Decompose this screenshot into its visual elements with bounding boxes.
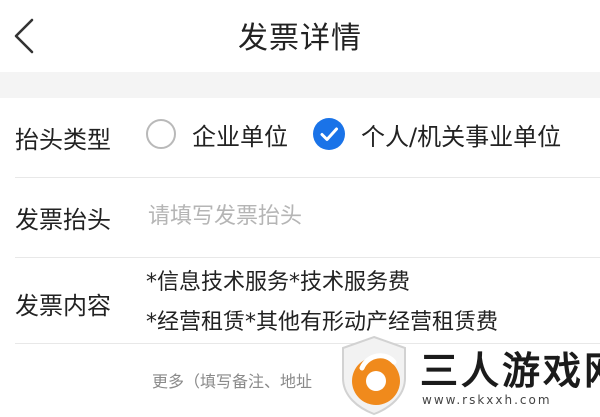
invoice-content-label: 发票内容 (15, 292, 111, 320)
site-watermark: 三人游戏网 www.rskxxh.com (330, 328, 600, 417)
radio-enterprise-label: 企业单位 (192, 122, 288, 151)
header-type-row: 抬头类型 企业单位 个人/机关事业单位 (0, 98, 600, 178)
radio-checked-icon[interactable] (313, 118, 345, 150)
more-options-link[interactable]: 更多（填写备注、地址 (152, 368, 312, 392)
radio-individual[interactable]: 个人/机关事业单位 (313, 114, 561, 154)
site-logo-icon (342, 335, 406, 416)
site-url: www.rskxxh.com (422, 393, 552, 407)
page-title: 发票详情 (238, 21, 362, 56)
header-type-label: 抬头类型 (15, 126, 111, 154)
invoice-title-row: 发票抬头 (0, 178, 600, 258)
section-gap (0, 72, 600, 98)
radio-individual-label: 个人/机关事业单位 (361, 122, 562, 151)
header-bar: 发票详情 (0, 0, 600, 70)
invoice-title-label: 发票抬头 (15, 206, 111, 234)
invoice-content-line: *信息技术服务*技术服务费 (146, 270, 411, 295)
radio-enterprise[interactable]: 企业单位 (146, 114, 288, 154)
radio-unchecked-icon[interactable] (146, 119, 176, 149)
site-name: 三人游戏网 (420, 349, 600, 393)
invoice-title-input[interactable] (148, 196, 578, 236)
